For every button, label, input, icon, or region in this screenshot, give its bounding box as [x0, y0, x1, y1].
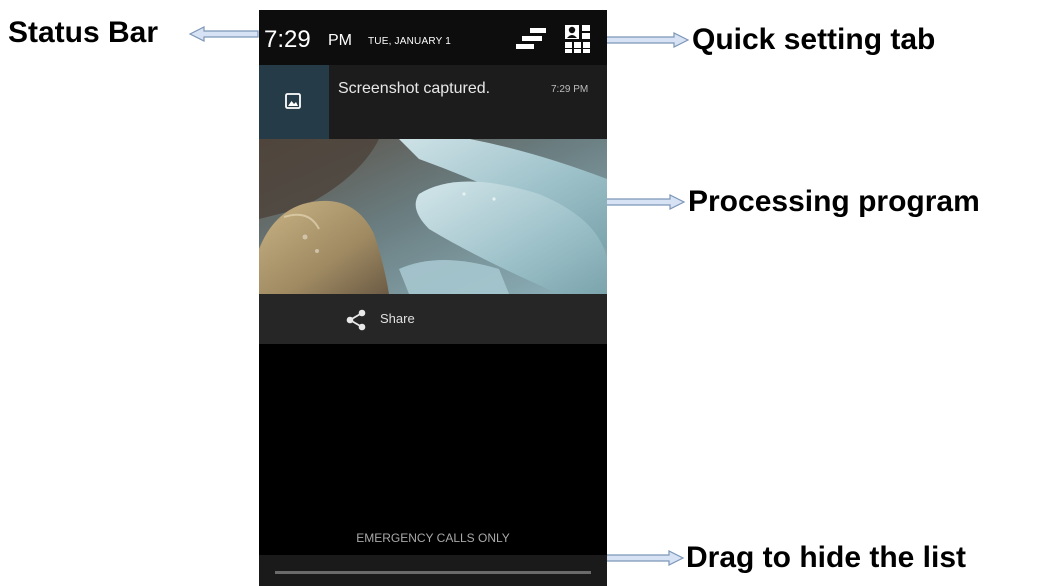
arrow-status-bar: [188, 26, 259, 42]
share-action[interactable]: Share: [259, 294, 607, 344]
notification-shade: 7:29 PM TUE, JANUARY 1 Screenshot captur…: [259, 10, 607, 586]
status-time: 7:29: [264, 26, 311, 53]
quick-settings-icon[interactable]: [564, 24, 592, 54]
image-icon: [285, 93, 301, 109]
notification-toggle-icon[interactable]: [516, 26, 548, 52]
callout-processing-program: Processing program: [688, 185, 980, 218]
callout-drag-to-hide: Drag to hide the list: [686, 541, 967, 574]
drag-handle[interactable]: [259, 555, 607, 586]
emergency-calls-text: EMERGENCY CALLS ONLY: [356, 531, 510, 545]
notification-icon-box: [259, 65, 329, 139]
drag-handle-bar[interactable]: [275, 571, 591, 574]
notification-title: Screenshot captured.: [338, 80, 491, 97]
status-date: TUE, JANUARY 1: [368, 36, 452, 47]
screenshot-notification[interactable]: Screenshot captured. 7:29 PM: [259, 65, 607, 139]
share-label: Share: [380, 311, 415, 326]
status-ampm: PM: [328, 32, 352, 49]
status-bar: 7:29 PM TUE, JANUARY 1: [259, 10, 607, 65]
share-icon: [346, 309, 366, 331]
screenshot-preview-image[interactable]: [259, 139, 607, 294]
callout-quick-setting-tab: Quick setting tab: [692, 23, 936, 56]
notification-time: 7:29 PM: [551, 84, 589, 95]
callout-status-bar: Status Bar: [8, 16, 159, 49]
